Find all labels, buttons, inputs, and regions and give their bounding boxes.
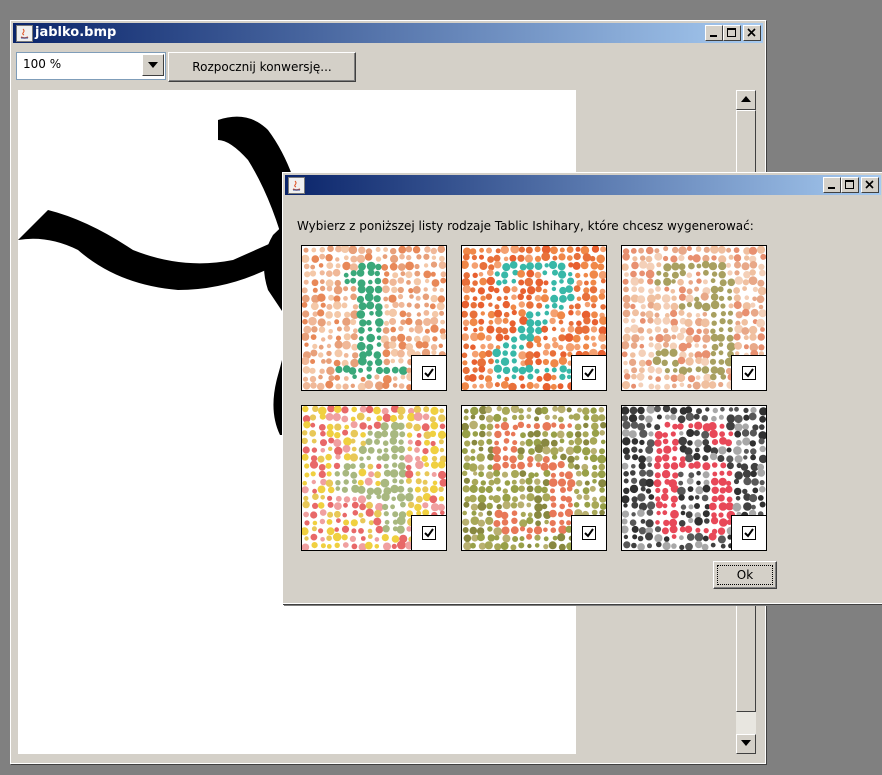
checkbox-box[interactable]: [582, 366, 596, 380]
ishihara-plate-4[interactable]: [301, 405, 447, 551]
checkbox-box[interactable]: [422, 366, 436, 380]
plate-checkbox[interactable]: [571, 515, 606, 550]
dialog-prompt: Wybierz z poniższej listy rodzaje Tablic…: [297, 219, 754, 233]
checkbox-box[interactable]: [742, 366, 756, 380]
ishihara-plate-2[interactable]: [461, 245, 607, 391]
java-icon: [288, 177, 305, 194]
dialog-title-controls: [823, 177, 879, 193]
checkmark-icon: [584, 528, 594, 538]
close-icon[interactable]: [861, 177, 879, 193]
checkmark-icon: [584, 368, 594, 378]
ok-button[interactable]: Ok: [713, 561, 777, 589]
close-icon[interactable]: [743, 25, 761, 41]
ishihara-plate-3[interactable]: [621, 245, 767, 391]
ishihara-plate-1[interactable]: [301, 245, 447, 391]
plate-checkbox[interactable]: [411, 355, 446, 390]
scroll-up-icon[interactable]: [736, 90, 756, 110]
checkbox-box[interactable]: [422, 526, 436, 540]
zoom-value: 100 %: [23, 57, 62, 71]
plate-checkbox[interactable]: [411, 515, 446, 550]
plate-checkbox[interactable]: [571, 355, 606, 390]
dialog-titlebar[interactable]: [285, 175, 881, 195]
checkbox-box[interactable]: [582, 526, 596, 540]
checkmark-icon: [424, 528, 434, 538]
ishihara-plate-5[interactable]: [461, 405, 607, 551]
checkmark-icon: [744, 368, 754, 378]
scroll-down-icon[interactable]: [736, 734, 756, 754]
checkmark-icon: [424, 368, 434, 378]
maximize-icon[interactable]: [723, 25, 741, 41]
maximize-icon[interactable]: [841, 177, 859, 193]
checkbox-box[interactable]: [742, 526, 756, 540]
convert-button[interactable]: Rozpocznij konwersję...: [168, 52, 356, 82]
zoom-select[interactable]: 100 %: [16, 52, 166, 80]
minimize-icon[interactable]: [823, 177, 841, 193]
plate-checkbox[interactable]: [731, 515, 766, 550]
minimize-icon[interactable]: [705, 25, 723, 41]
checkmark-icon: [744, 528, 754, 538]
window-title: jablko.bmp: [35, 25, 117, 40]
plate-checkbox[interactable]: [731, 355, 766, 390]
ishihara-plate-6[interactable]: [621, 405, 767, 551]
title-controls: [705, 25, 761, 41]
main-titlebar[interactable]: jablko.bmp: [13, 23, 763, 43]
ishihara-dialog: Wybierz z poniższej listy rodzaje Tablic…: [282, 172, 882, 604]
java-icon: [16, 25, 33, 42]
chevron-down-icon[interactable]: [142, 54, 164, 76]
